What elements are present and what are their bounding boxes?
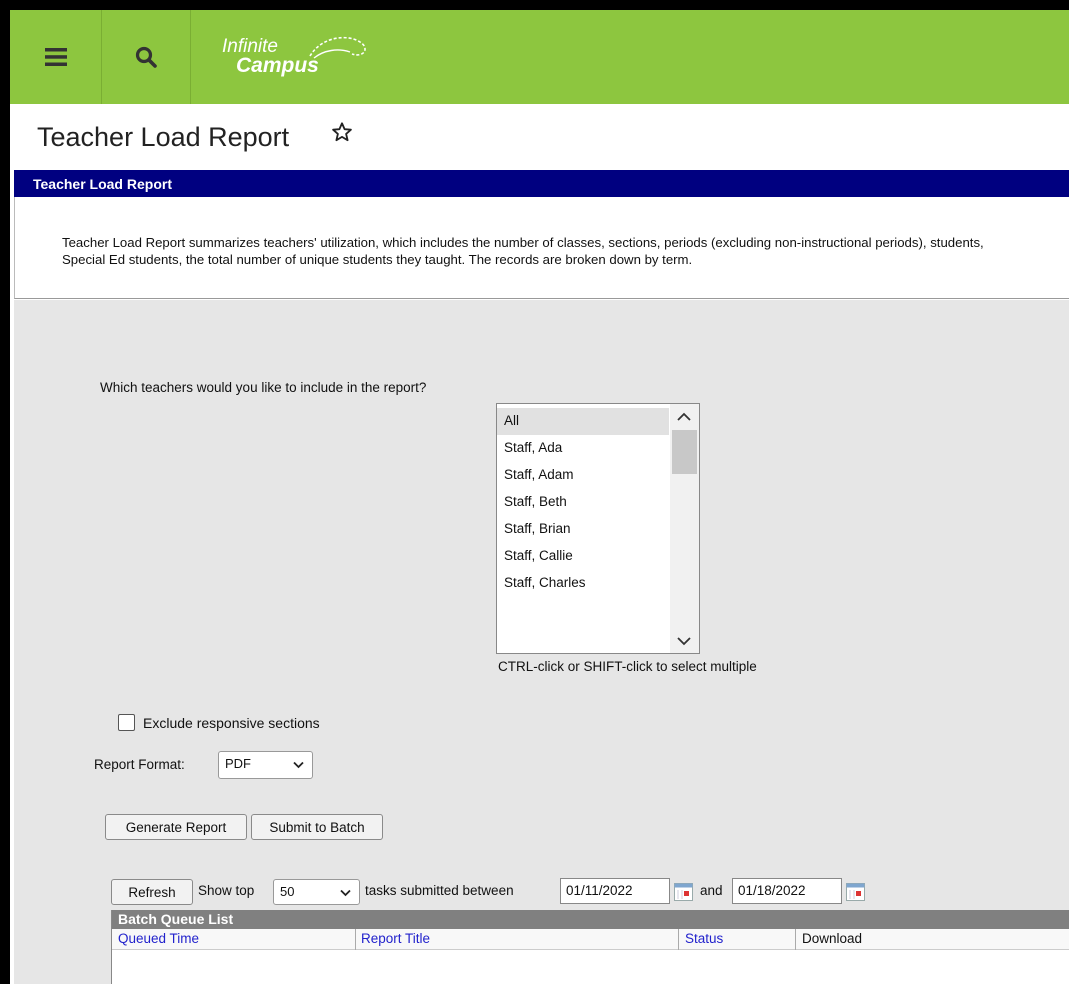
teacher-question-label: Which teachers would you like to include…: [100, 380, 427, 395]
report-format-value: PDF: [225, 756, 251, 771]
exclude-responsive-label: Exclude responsive sections: [143, 714, 320, 731]
column-divider: [795, 929, 796, 950]
batch-queue-title: Batch Queue List: [112, 910, 1069, 929]
report-format-label: Report Format:: [94, 757, 185, 772]
teacher-option[interactable]: All: [497, 408, 669, 435]
search-icon: [135, 46, 157, 68]
exclude-responsive-checkbox[interactable]: [118, 714, 135, 731]
teacher-option[interactable]: Staff, Adam: [497, 462, 669, 489]
start-date-input[interactable]: 01/11/2022: [560, 878, 670, 904]
listbox-scrollbar[interactable]: [670, 404, 699, 653]
exclude-responsive-row[interactable]: Exclude responsive sections: [118, 714, 320, 731]
page-title-row: Teacher Load Report: [10, 104, 1069, 170]
batch-queue-table: Batch Queue List Queued Time Report Titl…: [111, 910, 1069, 984]
batch-queue-header-row: Queued Time Report Title Status Download: [112, 929, 1069, 950]
infinity-swirl-icon: [309, 36, 366, 59]
search-button[interactable]: [102, 10, 191, 104]
show-top-label: Show top: [198, 883, 255, 898]
top-header: Infinite Campus: [10, 10, 1069, 104]
teacher-option[interactable]: Staff, Ada: [497, 435, 669, 462]
teacher-option[interactable]: Staff, Callie: [497, 543, 669, 570]
report-description: Teacher Load Report summarizes teachers'…: [62, 235, 984, 267]
report-format-select[interactable]: PDF: [218, 751, 313, 779]
and-label: and: [700, 883, 723, 898]
teacher-option[interactable]: Staff, Beth: [497, 489, 669, 516]
end-date-input[interactable]: 01/18/2022: [732, 878, 842, 904]
scroll-down-arrow-icon[interactable]: [675, 633, 693, 649]
section-header: Teacher Load Report: [14, 170, 1069, 197]
description-panel: Teacher Load Report summarizes teachers'…: [14, 197, 1069, 299]
chevron-down-icon: [340, 889, 351, 897]
chevron-down-icon: [293, 761, 304, 769]
column-divider: [678, 929, 679, 950]
calendar-icon[interactable]: [674, 883, 693, 901]
report-form: Which teachers would you like to include…: [14, 300, 1069, 984]
teacher-listbox[interactable]: All Staff, Ada Staff, Adam Staff, Beth S…: [496, 403, 700, 654]
column-report-title[interactable]: Report Title: [361, 931, 430, 946]
multi-select-hint: CTRL-click or SHIFT-click to select mult…: [498, 659, 757, 674]
app-window: Infinite Campus Teacher Load Report Teac…: [10, 10, 1069, 984]
infinite-campus-logo[interactable]: Infinite Campus: [222, 28, 382, 84]
column-divider: [355, 929, 356, 950]
submit-to-batch-button[interactable]: Submit to Batch: [251, 814, 383, 840]
column-queued-time[interactable]: Queued Time: [118, 931, 199, 946]
star-outline-icon[interactable]: [331, 121, 353, 143]
column-status[interactable]: Status: [685, 931, 723, 946]
scroll-up-arrow-icon[interactable]: [675, 409, 693, 425]
hamburger-menu-icon: [44, 48, 67, 66]
scroll-thumb[interactable]: [672, 430, 697, 474]
calendar-icon[interactable]: [846, 883, 865, 901]
teacher-option[interactable]: Staff, Charles: [497, 570, 669, 597]
column-download: Download: [802, 931, 863, 946]
menu-button[interactable]: [10, 10, 102, 104]
refresh-button[interactable]: Refresh: [111, 879, 193, 905]
tasks-between-label: tasks submitted between: [365, 883, 514, 898]
show-top-value: 50: [280, 884, 295, 899]
generate-report-button[interactable]: Generate Report: [105, 814, 247, 840]
page-title: Teacher Load Report: [37, 122, 290, 152]
show-top-select[interactable]: 50: [273, 879, 360, 905]
teacher-option[interactable]: Staff, Brian: [497, 516, 669, 543]
